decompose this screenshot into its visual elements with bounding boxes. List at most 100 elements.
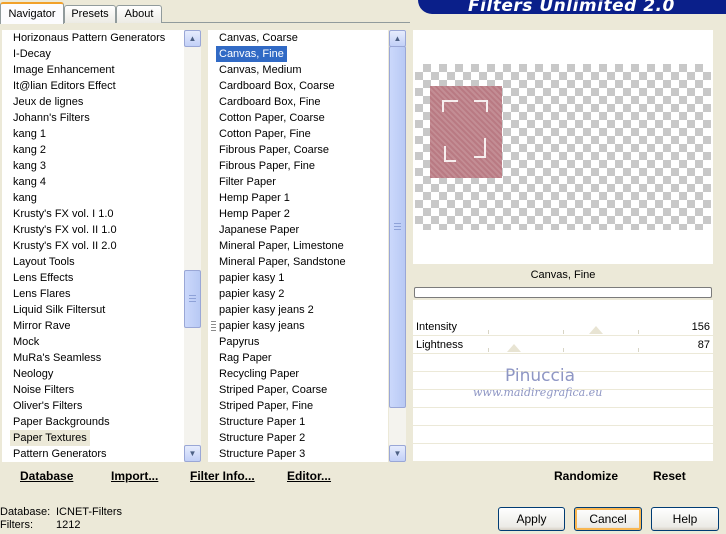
empty-parameter-row — [413, 445, 713, 462]
list-item[interactable]: Mineral Paper, Sandstone — [208, 254, 346, 270]
list-item[interactable]: Canvas, Fine — [215, 45, 288, 63]
list-item[interactable]: Lens Effects — [2, 270, 73, 286]
list-item[interactable]: kang — [2, 190, 37, 206]
list-item[interactable]: Krusty's FX vol. I 1.0 — [2, 206, 114, 222]
category-scrollbar[interactable]: ▲ ▼ — [184, 30, 201, 462]
database-link[interactable]: Database — [20, 469, 73, 483]
apply-button[interactable]: Apply — [498, 507, 565, 531]
image-detail — [474, 138, 486, 158]
list-item[interactable]: Rag Paper — [208, 350, 272, 366]
triangle-down-icon: ▼ — [393, 449, 402, 458]
list-item[interactable]: Noise Filters — [2, 382, 74, 398]
list-item[interactable]: Mineral Paper, Limestone — [208, 238, 344, 254]
list-item[interactable]: Structure Paper 3 — [208, 446, 305, 462]
list-item[interactable]: Recycling Paper — [208, 366, 299, 382]
list-item[interactable]: Fibrous Paper, Coarse — [208, 142, 329, 158]
watermark-site: www.maidiregrafica.eu — [473, 386, 603, 399]
database-value: ICNET-Filters — [56, 506, 122, 518]
list-item[interactable]: Mirror Rave — [2, 318, 70, 334]
list-item[interactable]: I-Decay — [2, 46, 51, 62]
list-item[interactable]: Cardboard Box, Coarse — [208, 78, 335, 94]
scroll-thumb[interactable] — [184, 270, 201, 328]
slider-tick — [638, 348, 639, 352]
triangle-thumb-icon[interactable] — [507, 344, 521, 352]
slider-tick — [563, 348, 564, 352]
list-item[interactable]: Hemp Paper 2 — [208, 206, 290, 222]
banner-title: Filters Unlimited 2.0 — [468, 0, 675, 16]
slider-tick — [638, 330, 639, 334]
list-item[interactable]: Image Enhancement — [2, 62, 115, 78]
list-item[interactable]: Cotton Paper, Coarse — [208, 110, 325, 126]
list-item[interactable]: Cardboard Box, Fine — [208, 94, 321, 110]
list-item[interactable]: kang 4 — [2, 174, 46, 190]
list-item[interactable]: Canvas, Coarse — [208, 30, 298, 46]
list-item[interactable]: Johann's Filters — [2, 110, 90, 126]
watermark-name: Pinuccia — [505, 366, 575, 386]
filter-list[interactable]: Canvas, Coarse Canvas, Fine Canvas, Medium… — [208, 30, 388, 462]
list-item[interactable]: papier kasy jeans 2 — [208, 302, 314, 318]
editor-link[interactable]: Editor... — [287, 469, 331, 483]
list-item[interactable]: Oliver's Filters — [2, 398, 82, 414]
triangle-thumb-icon[interactable] — [589, 326, 603, 334]
scroll-up-button[interactable]: ▲ — [184, 30, 201, 47]
list-item[interactable]: kang 1 — [2, 126, 46, 142]
list-item[interactable]: Mock — [2, 334, 39, 350]
reset-button[interactable]: Reset — [653, 469, 686, 483]
list-item[interactable]: Paper Backgrounds — [2, 414, 110, 430]
list-item[interactable]: Layout Tools — [2, 254, 75, 270]
list-item[interactable]: Krusty's FX vol. II 1.0 — [2, 222, 117, 238]
list-item[interactable]: papier kasy jeans — [208, 318, 305, 334]
grip-line — [189, 298, 196, 299]
list-item[interactable]: Papyrus — [208, 334, 259, 350]
scroll-up-button[interactable]: ▲ — [389, 30, 406, 47]
category-list[interactable]: Horizonaus Pattern Generators I-Decay Imag… — [2, 30, 184, 462]
tab-navigator[interactable]: Navigator — [0, 2, 64, 24]
cancel-button[interactable]: Cancel — [574, 507, 642, 531]
parameter-row[interactable]: Intensity 156 — [413, 319, 713, 336]
grip-line — [189, 295, 196, 296]
list-item[interactable]: Jeux de lignes — [2, 94, 83, 110]
list-item[interactable]: Paper Textures — [10, 430, 90, 446]
randomize-button[interactable]: Randomize — [554, 469, 618, 483]
empty-parameter-row — [413, 427, 713, 444]
list-item[interactable]: Cotton Paper, Fine — [208, 126, 311, 142]
tab-about[interactable]: About — [116, 5, 162, 23]
tab-presets[interactable]: Presets — [64, 5, 116, 23]
scroll-down-button[interactable]: ▼ — [389, 445, 406, 462]
parameter-value: 87 — [697, 339, 710, 351]
import-link[interactable]: Import... — [111, 469, 158, 483]
list-item[interactable]: kang 2 — [2, 142, 46, 158]
list-item[interactable]: Liquid Silk Filtersut — [2, 302, 105, 318]
scroll-thumb[interactable] — [389, 46, 406, 408]
filters-count-value: 1212 — [56, 519, 81, 531]
empty-parameter-row — [413, 409, 713, 426]
list-item[interactable]: Krusty's FX vol. II 2.0 — [2, 238, 117, 254]
list-item[interactable]: papier kasy 1 — [208, 270, 284, 286]
list-item[interactable]: Fibrous Paper, Fine — [208, 158, 315, 174]
list-item[interactable]: Striped Paper, Fine — [208, 398, 313, 414]
list-item[interactable]: Structure Paper 2 — [208, 430, 305, 446]
list-item[interactable]: Structure Paper 1 — [208, 414, 305, 430]
list-item[interactable]: Pattern Generators — [2, 446, 107, 462]
list-item[interactable]: MuRa's Seamless — [2, 350, 101, 366]
list-item[interactable]: Filter Paper — [208, 174, 276, 190]
triangle-up-icon: ▲ — [393, 34, 402, 43]
parameter-label: Lightness — [416, 339, 464, 351]
list-item[interactable]: Hemp Paper 1 — [208, 190, 290, 206]
list-item[interactable]: Striped Paper, Coarse — [208, 382, 327, 398]
list-item[interactable]: kang 3 — [2, 158, 46, 174]
list-separator-grip — [211, 321, 216, 332]
list-item[interactable]: papier kasy 2 — [208, 286, 284, 302]
list-item[interactable]: Neology — [2, 366, 53, 382]
scroll-down-button[interactable]: ▼ — [184, 445, 201, 462]
list-item[interactable]: Canvas, Medium — [208, 62, 302, 78]
help-button[interactable]: Help — [651, 507, 719, 531]
grip-line — [394, 226, 401, 227]
parameter-row[interactable]: Lightness 87 — [413, 337, 713, 354]
filter-scrollbar[interactable]: ▲ ▼ — [389, 30, 406, 462]
list-item[interactable]: Lens Flares — [2, 286, 70, 302]
list-item[interactable]: Horizonaus Pattern Generators — [2, 30, 165, 46]
list-item[interactable]: Japanese Paper — [208, 222, 299, 238]
filter-info-link[interactable]: Filter Info... — [190, 469, 255, 483]
list-item[interactable]: It@lian Editors Effect — [2, 78, 116, 94]
